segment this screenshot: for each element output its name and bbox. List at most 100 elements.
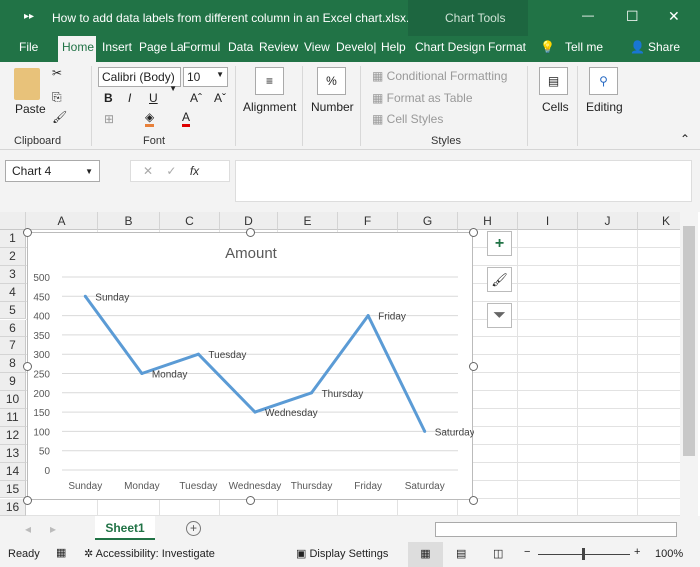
resize-handle[interactable] <box>246 228 255 237</box>
tab-review[interactable]: Review <box>259 40 298 54</box>
conditional-formatting-button[interactable]: ▦ Conditional Formatting <box>372 69 507 83</box>
column-header-A[interactable]: A <box>26 212 98 230</box>
resize-handle[interactable] <box>23 228 32 237</box>
column-header-H[interactable]: H <box>458 212 518 230</box>
borders-icon[interactable]: ⊞ <box>104 112 114 126</box>
tab-chart-design[interactable]: Chart Design <box>415 40 485 54</box>
formula-input[interactable] <box>235 160 692 202</box>
column-header-J[interactable]: J <box>578 212 638 230</box>
alignment-button[interactable]: Alignment <box>243 100 296 114</box>
tab-page-layout[interactable]: Page La <box>139 40 184 54</box>
zoom-slider-thumb[interactable] <box>582 548 585 560</box>
resize-handle[interactable] <box>469 496 478 505</box>
column-header-F[interactable]: F <box>338 212 398 230</box>
chart-filters-button[interactable]: ⏷ <box>487 303 512 328</box>
cut-icon[interactable]: ✂ <box>52 66 62 80</box>
resize-handle[interactable] <box>23 362 32 371</box>
font-color-icon[interactable]: A <box>182 110 191 127</box>
italic-button[interactable]: I <box>128 91 131 105</box>
next-sheet-icon[interactable]: ▸ <box>50 522 56 536</box>
quick-access-icon[interactable]: ▸▸ <box>24 11 34 22</box>
user-icon: 👤 <box>630 40 645 54</box>
line-chart[interactable]: Amount 0 50 100 150 200 250 300 350 400 450 500 Sund… <box>23 228 478 505</box>
sheet-tab-sheet1[interactable]: Sheet1 <box>95 516 155 540</box>
chart-elements-button[interactable]: + <box>487 231 512 256</box>
prev-sheet-icon[interactable]: ◂ <box>25 522 31 536</box>
page-break-view-icon[interactable]: ◫ <box>493 547 503 560</box>
resize-handle[interactable] <box>23 496 32 505</box>
tab-help[interactable]: Help <box>381 40 406 54</box>
y-tick-label: 50 <box>39 447 51 458</box>
increase-font-icon[interactable]: Aˆ <box>190 91 202 105</box>
resize-handle[interactable] <box>469 362 478 371</box>
row-header-8[interactable]: 8 <box>0 355 26 374</box>
format-painter-icon[interactable]: 🖌 <box>52 110 67 124</box>
horizontal-scrollbar[interactable] <box>435 522 677 537</box>
row-header-12[interactable]: 12 <box>0 426 26 445</box>
bold-button[interactable]: B <box>104 91 113 105</box>
underline-button[interactable]: U <box>149 91 158 105</box>
name-box[interactable]: Chart 4 ▼ <box>5 160 100 182</box>
row-header-9[interactable]: 9 <box>0 373 26 392</box>
maximize-button[interactable]: ☐ <box>626 8 639 25</box>
row-header-6[interactable]: 6 <box>0 319 26 338</box>
minimize-button[interactable]: — <box>582 8 594 22</box>
share-button[interactable]: Share <box>648 40 680 54</box>
cancel-icon[interactable]: ✕ <box>143 164 153 178</box>
page-layout-view-icon[interactable]: ▤ <box>456 547 466 560</box>
zoom-in-button[interactable]: + <box>634 546 640 558</box>
font-size-select[interactable]: 10 ▼ <box>183 67 228 87</box>
display-settings-button[interactable]: ▣ Display Settings <box>296 547 388 560</box>
select-all[interactable] <box>0 212 26 230</box>
editing-button[interactable]: Editing <box>586 100 623 114</box>
enter-icon[interactable]: ✓ <box>166 164 176 178</box>
collapse-ribbon-icon[interactable]: ⌃ <box>680 132 690 146</box>
decrease-font-icon[interactable]: Aˇ <box>214 91 226 105</box>
row-header-4[interactable]: 4 <box>0 283 26 302</box>
tab-format[interactable]: Format <box>488 40 526 54</box>
cell-styles-button[interactable]: ▦ Cell Styles <box>372 112 443 126</box>
column-header-E[interactable]: E <box>278 212 338 230</box>
column-header-B[interactable]: B <box>98 212 160 230</box>
row-header-5[interactable]: 5 <box>0 301 26 320</box>
row-header-13[interactable]: 13 <box>0 444 26 463</box>
row-header-14[interactable]: 14 <box>0 462 26 481</box>
row-header-10[interactable]: 10 <box>0 391 26 409</box>
column-header-I[interactable]: I <box>518 212 578 230</box>
cells-button[interactable]: Cells <box>542 100 569 114</box>
row-header-7[interactable]: 7 <box>0 337 26 356</box>
column-header-C[interactable]: C <box>160 212 220 230</box>
tab-formulas[interactable]: Formul <box>183 40 220 54</box>
vertical-scrollbar[interactable] <box>680 212 698 516</box>
tab-data[interactable]: Data <box>228 40 253 54</box>
x-tick-label: Thursday <box>291 481 333 492</box>
sheet-tab-bar: ◂ ▸ Sheet1 + <box>0 516 700 542</box>
normal-view-icon[interactable]: ▦ <box>408 542 443 567</box>
tab-view[interactable]: View <box>304 40 330 54</box>
fx-icon[interactable]: fx <box>190 164 199 178</box>
tab-insert[interactable]: Insert <box>102 40 132 54</box>
copy-icon[interactable]: ⎘ <box>52 90 62 105</box>
accessibility-button[interactable]: ✲ Accessibility: Investigate <box>84 547 215 560</box>
row-header-15[interactable]: 15 <box>0 480 26 499</box>
tell-me[interactable]: Tell me <box>565 40 603 54</box>
close-button[interactable]: ✕ <box>668 8 680 25</box>
number-button[interactable]: Number <box>311 100 354 114</box>
resize-handle[interactable] <box>469 228 478 237</box>
fill-color-icon[interactable]: ◈ <box>145 110 155 127</box>
format-as-table-button[interactable]: ▦ Format as Table <box>372 91 473 105</box>
paste-button[interactable]: Paste <box>15 102 46 116</box>
row-header-3[interactable]: 3 <box>0 265 26 284</box>
row-header-11[interactable]: 11 <box>0 409 26 427</box>
chart-styles-button[interactable]: 🖌 <box>487 267 512 292</box>
column-header-G[interactable]: G <box>398 212 458 230</box>
font-name-select[interactable]: Calibri (Body) ▼ <box>98 67 181 93</box>
new-sheet-button[interactable]: + <box>186 521 201 536</box>
tab-file[interactable]: File <box>19 40 38 54</box>
row-header-2[interactable]: 2 <box>0 247 26 266</box>
macro-icon[interactable]: ▦ <box>56 546 66 559</box>
tab-developer[interactable]: Develo| <box>336 40 376 54</box>
zoom-out-button[interactable]: − <box>524 546 530 558</box>
resize-handle[interactable] <box>246 496 255 505</box>
tab-home[interactable]: Home <box>62 40 94 54</box>
